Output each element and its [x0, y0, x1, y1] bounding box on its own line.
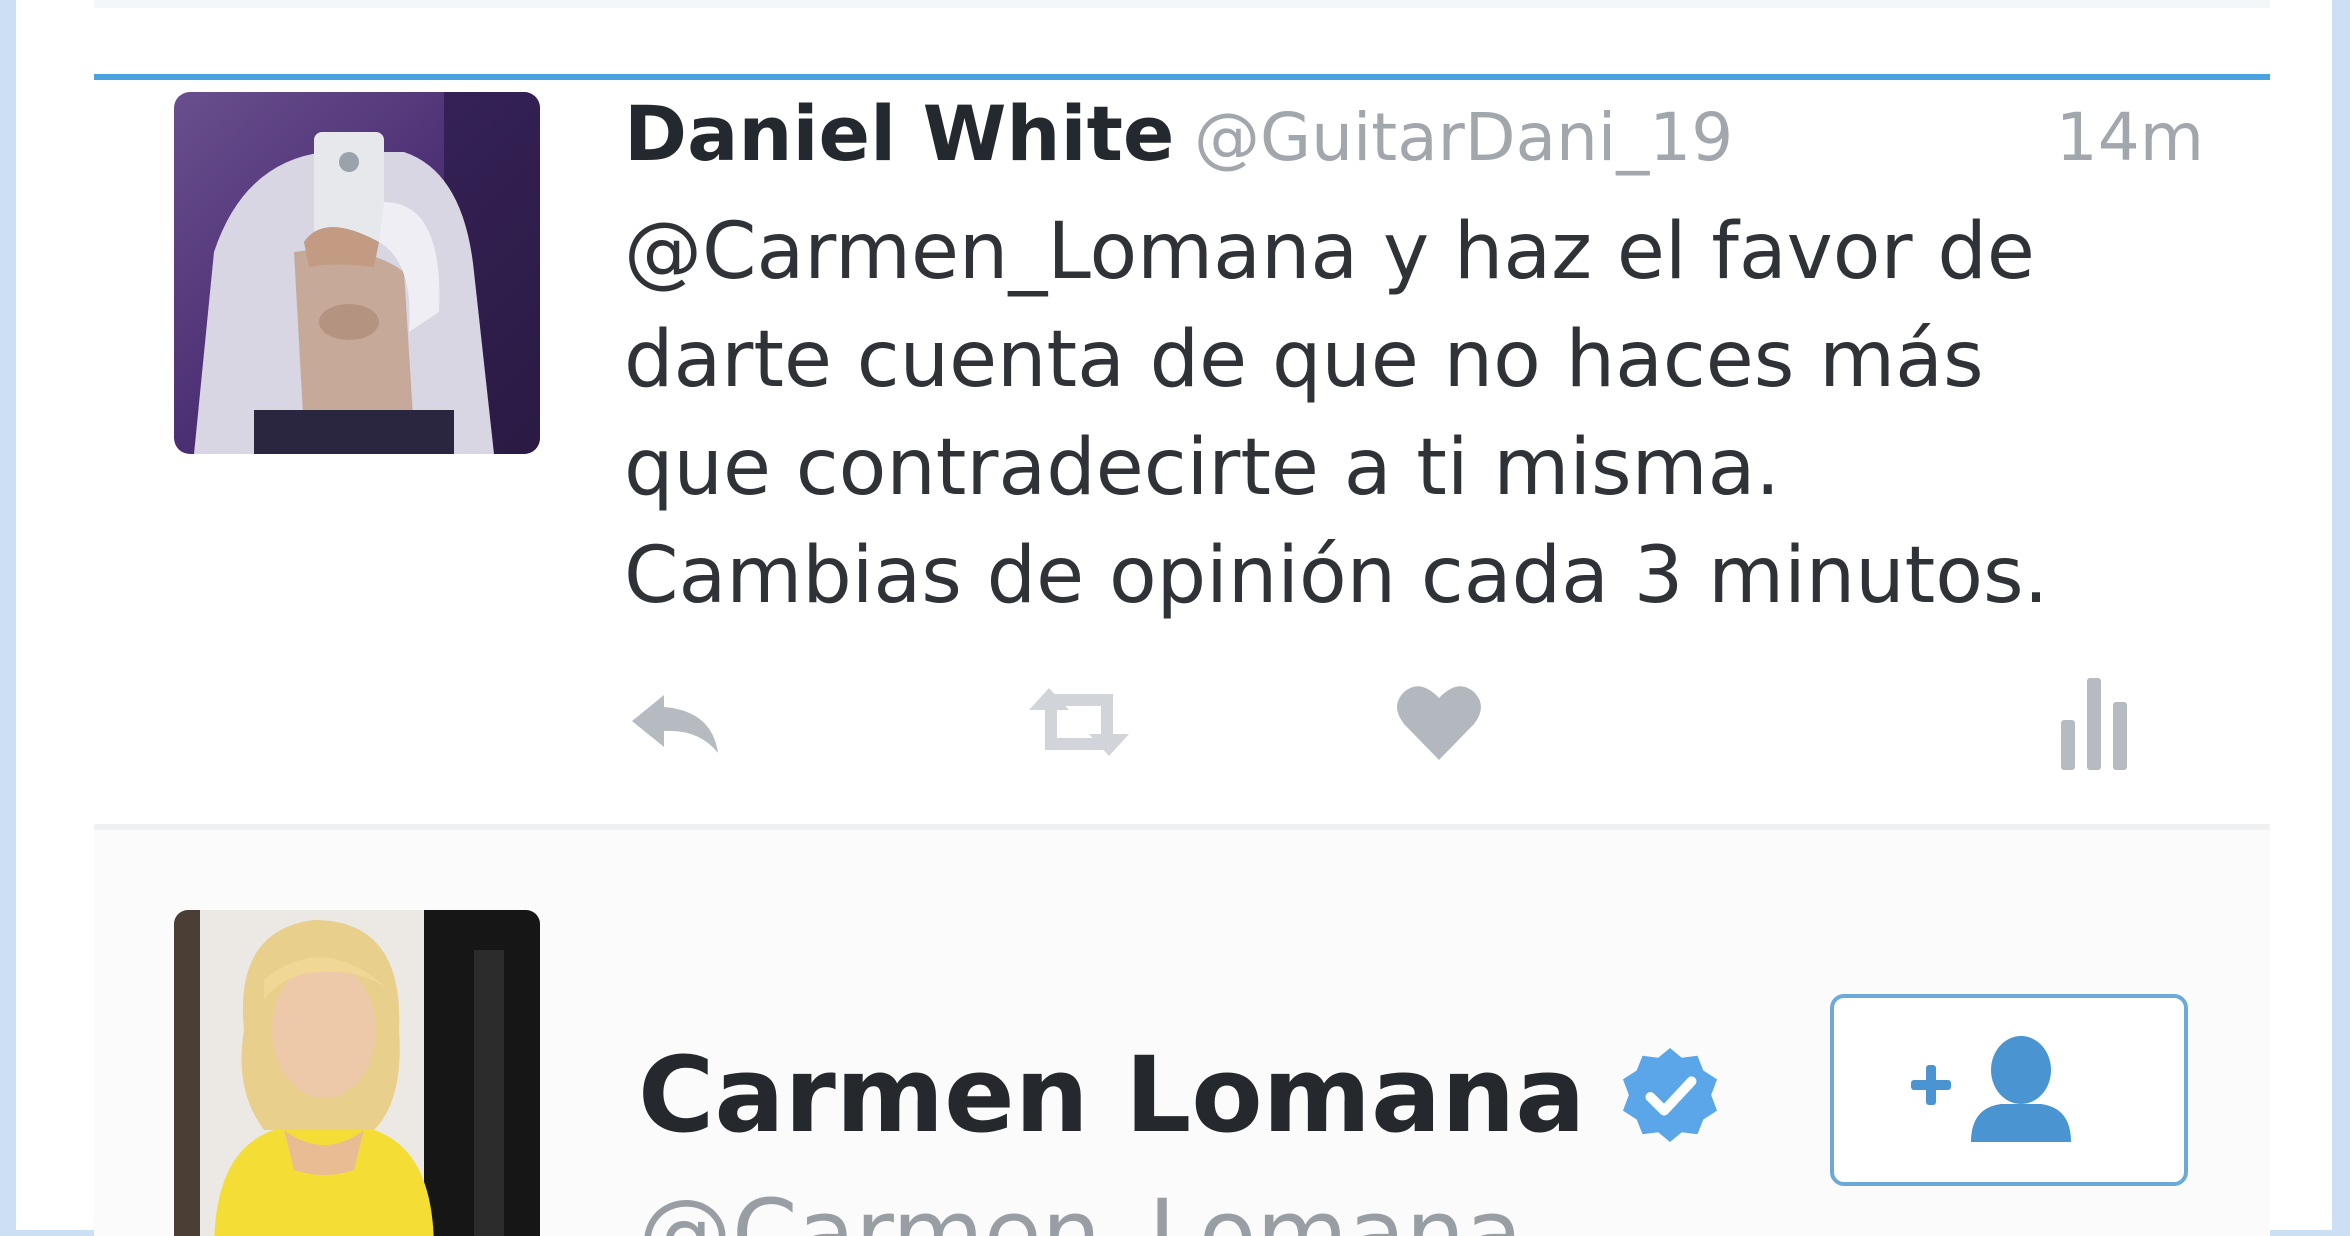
profile-card[interactable]: Carmen Lomana @Carmen_Lomana — [94, 830, 2270, 1236]
reply-button[interactable] — [614, 666, 734, 778]
tweet-header: Daniel White @GuitarDani_19 14m — [624, 86, 2204, 178]
retweet-icon — [1029, 688, 1129, 756]
follow-button[interactable] — [1830, 994, 2188, 1186]
timeline-frame: Daniel White @GuitarDani_19 14m @Carmen_… — [16, 0, 2332, 1236]
add-user-icon — [1911, 1036, 2071, 1142]
tweet-timestamp[interactable]: 14m — [2056, 90, 2204, 186]
profile-name-row: Carmen Lomana — [638, 1030, 1719, 1160]
tweet-card[interactable]: Daniel White @GuitarDani_19 14m @Carmen_… — [94, 80, 2270, 830]
profile-name[interactable]: Carmen Lomana — [638, 1030, 1585, 1160]
profile-handle[interactable]: @Carmen_Lomana — [638, 1175, 1523, 1236]
heart-icon — [1397, 686, 1481, 760]
reply-icon — [632, 695, 718, 753]
tweet-text: @Carmen_Lomana y haz el favor de darte c… — [624, 207, 2049, 621]
like-button[interactable] — [1384, 666, 1494, 778]
top-strip — [94, 0, 2270, 8]
tweet-author-avatar[interactable] — [174, 92, 540, 454]
timeline-panel: Daniel White @GuitarDani_19 14m @Carmen_… — [94, 74, 2270, 1236]
analytics-bars-icon — [2061, 678, 2127, 770]
profile-avatar[interactable] — [174, 910, 540, 1236]
author-name[interactable]: Daniel White — [624, 86, 1174, 182]
verified-badge-icon — [1623, 1047, 1718, 1143]
analytics-button[interactable] — [2044, 666, 2144, 778]
author-handle[interactable]: @GuitarDani_19 — [1194, 90, 1733, 186]
retweet-button[interactable] — [1009, 666, 1149, 778]
